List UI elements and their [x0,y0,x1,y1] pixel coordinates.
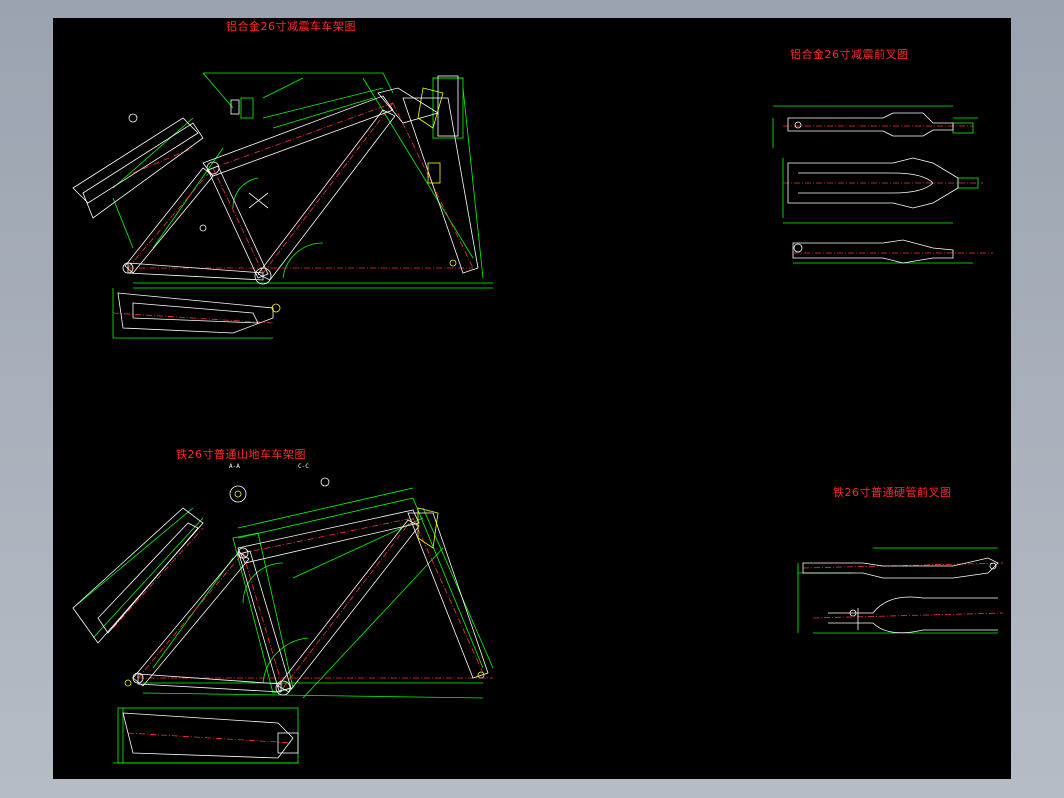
cad-drawing [72,72,1004,764]
iron-frame-drawing [72,477,494,764]
alu-frame-drawing [72,72,493,339]
alu-fork-drawing [772,105,993,264]
iron-fork-drawing [797,547,1004,634]
drawing-canvas[interactable]: 铝合金26寸减震车车架图 铝合金26寸减震前叉图 铁26寸普通山地车车架图 铁2… [53,18,1011,779]
